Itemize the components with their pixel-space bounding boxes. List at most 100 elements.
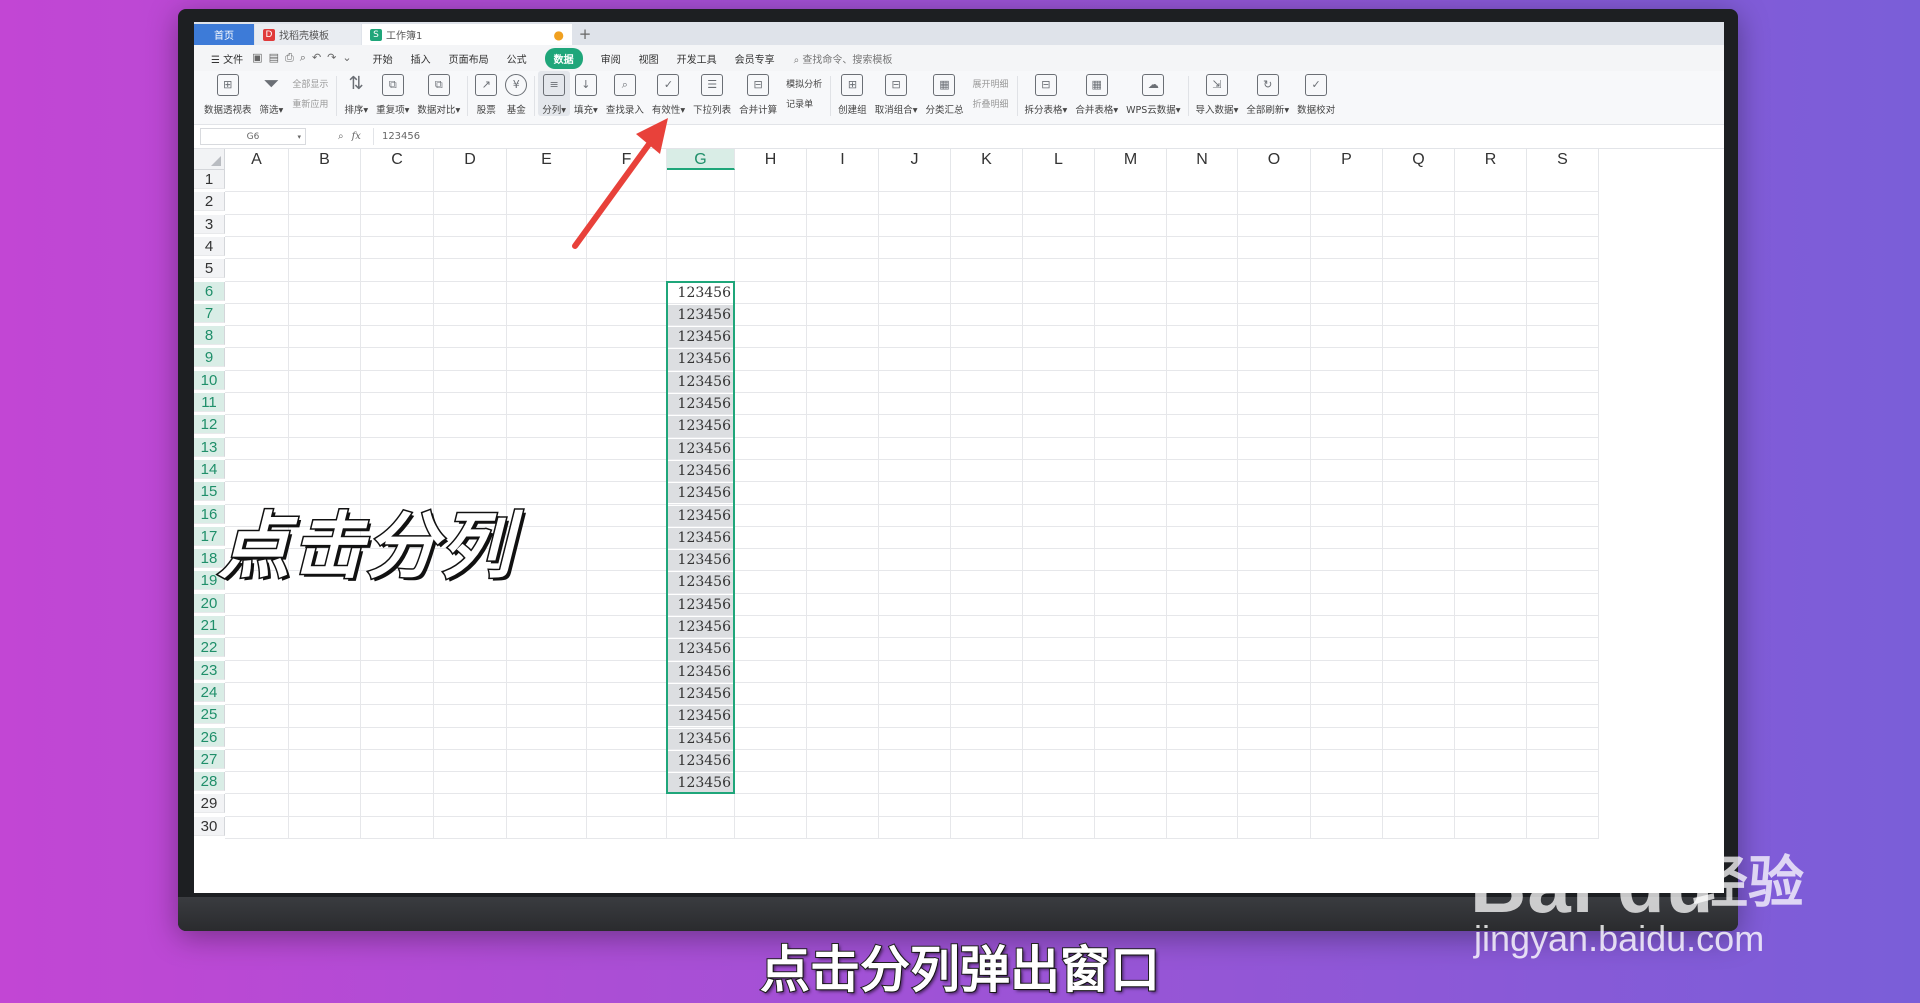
column-header-c[interactable]: C bbox=[361, 149, 434, 170]
column-header-k[interactable]: K bbox=[951, 149, 1023, 170]
data-compare-button[interactable]: ⧉ 数据对比▾ bbox=[413, 71, 464, 116]
menu-view[interactable]: 视图 bbox=[639, 51, 659, 66]
menu-developer[interactable]: 开发工具 bbox=[677, 51, 717, 66]
sort-button[interactable]: ⇅ 排序▾ bbox=[340, 71, 372, 116]
split-table-button[interactable]: ⊟ 拆分表格▾ bbox=[1021, 71, 1072, 116]
row-header-25[interactable]: 25 bbox=[194, 705, 225, 725]
column-header-l[interactable]: L bbox=[1023, 149, 1095, 170]
cell-g17[interactable]: 123456 bbox=[667, 527, 734, 549]
cell-g21[interactable]: 123456 bbox=[667, 617, 734, 638]
row-header-24[interactable]: 24 bbox=[194, 682, 225, 702]
column-header-j[interactable]: J bbox=[879, 149, 951, 170]
column-header-r[interactable]: R bbox=[1455, 149, 1527, 170]
fund-button[interactable]: ¥ 基金 bbox=[501, 71, 531, 116]
cell-g7[interactable]: 123456 bbox=[667, 304, 734, 326]
column-header-h[interactable]: H bbox=[735, 149, 807, 170]
row-header-21[interactable]: 21 bbox=[194, 616, 225, 635]
row-header-4[interactable]: 4 bbox=[194, 236, 225, 256]
column-header-p[interactable]: P bbox=[1311, 149, 1383, 170]
zoom-search-icon[interactable]: ⌕ bbox=[338, 131, 344, 142]
lookup-entry-button[interactable]: ⌕ 查找录入 bbox=[602, 71, 648, 116]
cell-g8[interactable]: 123456 bbox=[667, 327, 734, 348]
menu-insert[interactable]: 插入 bbox=[411, 51, 431, 66]
row-header-26[interactable]: 26 bbox=[194, 727, 225, 747]
cell-g10[interactable]: 123456 bbox=[667, 371, 734, 392]
cell-g20[interactable]: 123456 bbox=[667, 594, 734, 615]
cell-g27[interactable]: 123456 bbox=[667, 750, 734, 772]
split-column-button[interactable]: ≡ 分列▾ bbox=[538, 71, 571, 116]
row-header-12[interactable]: 12 bbox=[194, 415, 225, 435]
menu-formula[interactable]: 公式 bbox=[507, 51, 527, 66]
menu-member[interactable]: 会员专享 bbox=[735, 51, 775, 66]
row-header-2[interactable]: 2 bbox=[194, 192, 225, 212]
create-group-button[interactable]: ⊞ 创建组 bbox=[834, 71, 871, 116]
fx-icon[interactable]: fx bbox=[352, 131, 361, 142]
column-header-d[interactable]: D bbox=[434, 149, 507, 170]
row-header-8[interactable]: 8 bbox=[194, 326, 225, 346]
menu-page-layout[interactable]: 页面布局 bbox=[449, 51, 489, 66]
column-header-a[interactable]: A bbox=[225, 149, 289, 170]
reapply-button[interactable]: 重新应用 bbox=[292, 97, 328, 110]
row-header-14[interactable]: 14 bbox=[194, 459, 225, 479]
duplicates-button[interactable]: ⧉ 重复项▾ bbox=[372, 71, 413, 116]
dropdown-list-button[interactable]: ☰ 下拉列表 bbox=[689, 71, 735, 116]
data-verify-button[interactable]: ✓ 数据校对 bbox=[1293, 71, 1339, 116]
cloud-data-button[interactable]: ☁ WPS云数据▾ bbox=[1122, 71, 1184, 116]
cell-g28[interactable]: 123456 bbox=[667, 773, 734, 794]
tab-home[interactable]: 首页 bbox=[194, 24, 254, 45]
preview-icon[interactable]: ⌕ bbox=[300, 51, 306, 65]
cell-g25[interactable]: 123456 bbox=[667, 706, 734, 727]
collapse-detail-button[interactable]: 折叠明细 bbox=[973, 97, 1009, 110]
column-header-s[interactable]: S bbox=[1527, 149, 1599, 170]
row-header-29[interactable]: 29 bbox=[194, 794, 225, 814]
cell-g6[interactable]: 123456 bbox=[667, 282, 734, 303]
file-menu[interactable]: ☰ 文件 bbox=[211, 51, 243, 66]
stock-button[interactable]: ↗ 股票 bbox=[471, 71, 501, 116]
command-search[interactable]: ⌕ 查找命令、搜索模板 bbox=[794, 51, 893, 66]
print-icon[interactable]: ⎙ bbox=[285, 51, 294, 65]
tab-template[interactable]: D 找稻壳模板 bbox=[255, 24, 361, 45]
column-header-i[interactable]: I bbox=[807, 149, 879, 170]
row-header-6[interactable]: 6 bbox=[194, 281, 225, 301]
more-icon[interactable]: ⌄ bbox=[342, 51, 351, 65]
row-header-20[interactable]: 20 bbox=[194, 593, 225, 613]
cell-g12[interactable]: 123456 bbox=[667, 416, 734, 437]
menu-data[interactable]: 数据 bbox=[544, 47, 583, 69]
save-icon[interactable]: ▣ bbox=[252, 51, 262, 65]
cell-g15[interactable]: 123456 bbox=[667, 483, 734, 504]
pivot-table-button[interactable]: ⊞ 数据透视表 bbox=[200, 71, 256, 116]
row-header-10[interactable]: 10 bbox=[194, 370, 225, 390]
menu-review[interactable]: 审阅 bbox=[601, 51, 621, 66]
column-header-o[interactable]: O bbox=[1238, 149, 1311, 170]
export-icon[interactable]: ▤ bbox=[269, 51, 279, 65]
name-box[interactable]: G6 ▾ bbox=[200, 128, 306, 145]
cell-g22[interactable]: 123456 bbox=[667, 639, 734, 660]
filter-button[interactable]: ⏷ 筛选▾ bbox=[256, 71, 288, 116]
column-header-m[interactable]: M bbox=[1095, 149, 1167, 170]
select-all-corner[interactable] bbox=[194, 149, 225, 170]
cell-g18[interactable]: 123456 bbox=[667, 550, 734, 571]
cell-g14[interactable]: 123456 bbox=[667, 460, 734, 482]
cell-g24[interactable]: 123456 bbox=[667, 683, 734, 705]
show-all-button[interactable]: 全部显示 bbox=[292, 77, 328, 90]
redo-icon[interactable]: ↷ bbox=[327, 51, 336, 65]
row-header-3[interactable]: 3 bbox=[194, 214, 225, 234]
row-header-13[interactable]: 13 bbox=[194, 437, 225, 457]
cell-g26[interactable]: 123456 bbox=[667, 728, 734, 749]
row-header-23[interactable]: 23 bbox=[194, 660, 225, 680]
fill-button[interactable]: ↓ 填充▾ bbox=[570, 71, 602, 116]
formula-input[interactable]: 123456 bbox=[372, 128, 420, 145]
row-header-28[interactable]: 28 bbox=[194, 772, 225, 792]
row-header-22[interactable]: 22 bbox=[194, 638, 225, 658]
merge-table-button[interactable]: ▦ 合并表格▾ bbox=[1071, 71, 1122, 116]
row-header-27[interactable]: 27 bbox=[194, 749, 225, 769]
cell-g19[interactable]: 123456 bbox=[667, 572, 734, 593]
row-header-7[interactable]: 7 bbox=[194, 303, 225, 323]
column-header-q[interactable]: Q bbox=[1383, 149, 1455, 170]
cell-g23[interactable]: 123456 bbox=[667, 661, 734, 682]
consolidate-button[interactable]: ⊟ 合并计算 bbox=[735, 71, 781, 116]
row-header-30[interactable]: 30 bbox=[194, 816, 225, 836]
refresh-all-button[interactable]: ↻ 全部刷新▾ bbox=[1242, 71, 1293, 116]
expand-detail-button[interactable]: 展开明细 bbox=[973, 77, 1009, 90]
import-data-button[interactable]: ⇲ 导入数据▾ bbox=[1192, 71, 1243, 116]
